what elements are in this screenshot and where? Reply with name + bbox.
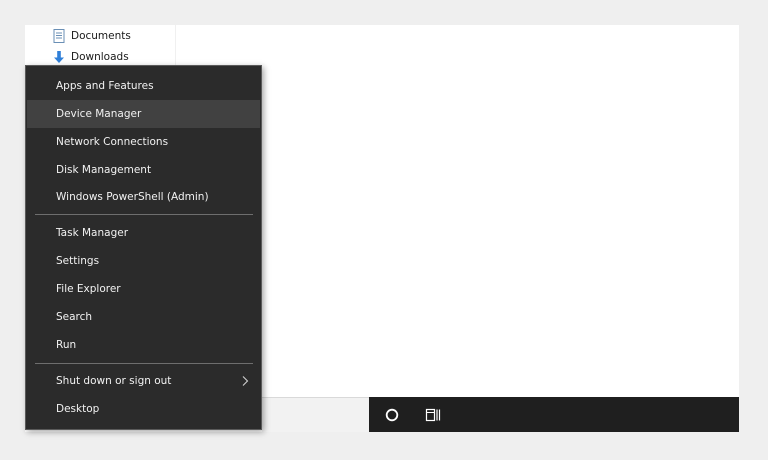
- menu-item-settings[interactable]: Settings: [27, 247, 260, 275]
- menu-separator: [35, 363, 253, 364]
- menu-item-windows-powershell-admin[interactable]: Windows PowerShell (Admin): [27, 183, 260, 211]
- documents-icon: [52, 28, 66, 44]
- nav-item-downloads-label: Downloads: [71, 51, 129, 63]
- menu-item-network-connections[interactable]: Network Connections: [27, 128, 260, 156]
- menu-item-device-manager[interactable]: Device Manager: [27, 100, 260, 128]
- menu-item-label: Task Manager: [56, 227, 129, 239]
- nav-item-downloads[interactable]: Downloads: [52, 48, 129, 66]
- menu-item-search[interactable]: Search: [27, 303, 260, 331]
- menu-item-label: Disk Management: [56, 164, 152, 176]
- menu-item-file-explorer[interactable]: File Explorer: [27, 275, 260, 303]
- power-user-menu: Apps and Features Device Manager Network…: [25, 65, 262, 430]
- task-view-icon: [425, 408, 441, 421]
- menu-item-disk-management[interactable]: Disk Management: [27, 156, 260, 184]
- downloads-icon: [52, 49, 66, 65]
- task-view-button[interactable]: [413, 397, 453, 432]
- menu-item-apps-and-features[interactable]: Apps and Features: [27, 72, 260, 100]
- menu-separator: [35, 214, 253, 215]
- menu-item-label: Desktop: [56, 403, 100, 415]
- menu-item-label: Apps and Features: [56, 80, 154, 92]
- menu-item-shut-down-or-sign-out[interactable]: Shut down or sign out: [27, 367, 260, 395]
- menu-item-label: Search: [56, 311, 93, 323]
- nav-item-documents-label: Documents: [71, 30, 131, 42]
- menu-item-label: Device Manager: [56, 108, 142, 120]
- menu-item-run[interactable]: Run: [27, 331, 260, 359]
- menu-item-label: Network Connections: [56, 136, 169, 148]
- taskbar: [369, 397, 739, 432]
- menu-item-label: File Explorer: [56, 283, 121, 295]
- cortana-button[interactable]: [372, 397, 412, 432]
- menu-item-desktop[interactable]: Desktop: [27, 395, 260, 423]
- menu-item-label: Settings: [56, 255, 100, 267]
- menu-item-label: Run: [56, 339, 77, 351]
- menu-item-label: Windows PowerShell (Admin): [56, 191, 209, 203]
- chevron-right-icon: [242, 376, 249, 386]
- menu-item-task-manager[interactable]: Task Manager: [27, 219, 260, 247]
- taskbar-search-area[interactable]: [262, 397, 369, 432]
- nav-item-documents[interactable]: Documents: [52, 27, 131, 45]
- cortana-circle-icon: [385, 408, 399, 421]
- menu-item-label: Shut down or sign out: [56, 375, 172, 387]
